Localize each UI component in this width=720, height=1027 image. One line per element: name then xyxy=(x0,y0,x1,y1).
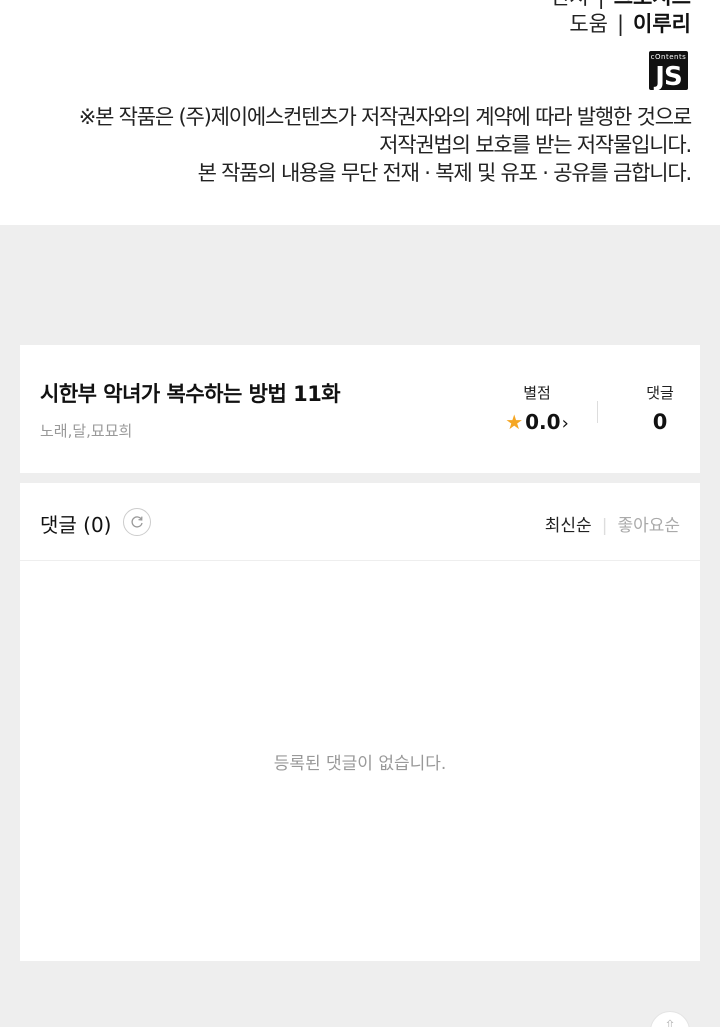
comment-count: 0 xyxy=(652,410,668,434)
sort-latest-tab[interactable]: 최신순 xyxy=(545,516,592,536)
arrow-up-icon: ⇧ xyxy=(664,1018,676,1027)
page: 편저 | 그노시스 도움 | 이루리 cOntents JS ※본 작품은 (주)제이에… xyxy=(0,0,720,1027)
credit-role: 도움 xyxy=(569,12,608,36)
credits-section: 편저 | 그노시스 도움 | 이루리 cOntents JS ※본 작품은 (주)제이에… xyxy=(0,0,720,225)
credit-separator: | xyxy=(598,0,605,9)
comments-panel: 댓글 (0) 최신순 | 좋아요순 등록된 댓글이 없습니다. xyxy=(20,483,700,961)
comment-label: 댓글 xyxy=(646,384,674,402)
rating-label: 별점 xyxy=(523,384,551,402)
rating-value[interactable]: ★ 0.0› xyxy=(498,409,576,437)
notice-line: 저작권법의 보호를 받는 저작물입니다. xyxy=(379,133,692,157)
logo-big-text: JS xyxy=(655,62,682,90)
credit-name: 이루리 xyxy=(633,12,691,36)
credit-row-writer: 편저 | 그노시스 xyxy=(550,0,691,10)
credit-row-help: 도움 | 이루리 xyxy=(569,11,691,37)
chevron-right-icon: › xyxy=(561,413,569,434)
credit-role: 편저 xyxy=(550,0,589,9)
comments-title: 댓글 (0) xyxy=(40,513,112,537)
notice-line: 본 작품의 내용을 무단 전재 · 복제 및 유포 · 공유를 금합니다. xyxy=(197,161,693,185)
scroll-top-button[interactable]: ⇧ xyxy=(650,1011,690,1027)
notice-line: ※본 작품은 (주)제이에스컨텐츠가 저작권자와의 계약에 따라 발행한 것으로 xyxy=(78,105,693,129)
comments-header: 댓글 (0) 최신순 | 좋아요순 xyxy=(20,483,700,561)
vertical-divider xyxy=(597,401,598,423)
sort-divider: | xyxy=(601,516,608,536)
sort-likes-tab[interactable]: 좋아요순 xyxy=(617,516,680,536)
episode-card: 시한부 악녀가 복수하는 방법 11화 노래,달,묘묘희 별점 ★ 0.0› 댓글… xyxy=(20,345,700,473)
star-icon: ★ xyxy=(505,410,524,434)
credit-name: 그노시스 xyxy=(614,0,691,9)
credit-separator: | xyxy=(616,12,625,36)
refresh-icon xyxy=(131,516,143,528)
rating-number: 0.0 xyxy=(525,410,561,434)
logo-small-text: cOntents xyxy=(650,53,687,61)
refresh-button[interactable] xyxy=(123,508,151,536)
copyright-notice: ※본 작품은 (주)제이에스컨텐츠가 저작권자와의 계약에 따라 발행한 것으로… xyxy=(78,103,693,187)
rating-block[interactable]: 별점 ★ 0.0› xyxy=(498,383,576,437)
publisher-logo: cOntents JS xyxy=(649,51,688,90)
episode-authors: 노래,달,묘묘희 xyxy=(40,422,133,440)
sort-tabs: 최신순 | 좋아요순 xyxy=(545,511,680,536)
empty-comments-message: 등록된 댓글이 없습니다. xyxy=(273,754,447,774)
episode-title: 시한부 악녀가 복수하는 방법 11화 xyxy=(40,382,341,406)
comment-count-block: 댓글 0 xyxy=(630,383,690,435)
